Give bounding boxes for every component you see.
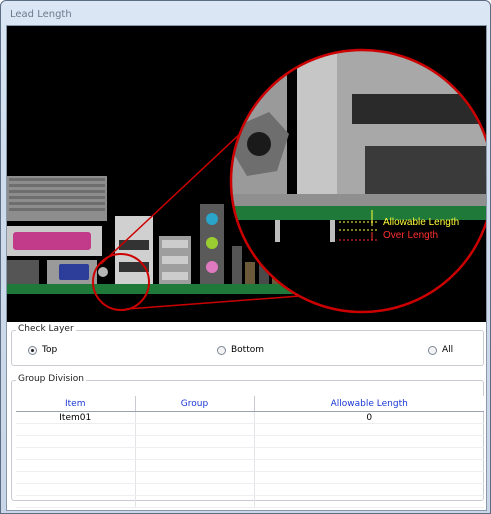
- group-division-legend: Group Division: [16, 374, 86, 384]
- dialog-client-area: Allowable Length Over Length Check Layer…: [6, 25, 487, 511]
- zoom-line-bottom: [126, 293, 328, 310]
- allowable-length-label: Allowable Length: [383, 217, 459, 228]
- lead-length-preview: Allowable Length Over Length: [7, 26, 486, 322]
- empty-row: [16, 459, 484, 472]
- check-layer-group: Check Layer Top Bottom All: [11, 324, 484, 366]
- table-header-row: Item Group Allowable Length: [16, 396, 484, 412]
- pcb-illustration: Allowable Length Over Length: [7, 48, 486, 314]
- item-cell[interactable]: Item01: [16, 411, 136, 424]
- empty-row: [16, 471, 484, 484]
- serial-port: [7, 260, 39, 284]
- radio-top-label: Top: [42, 345, 58, 355]
- group-division-group: Group Division Item Group Allowable Leng…: [11, 374, 484, 508]
- radio-all-indicator[interactable]: [428, 345, 437, 355]
- capacitor: [232, 246, 242, 284]
- lead-length-window: Lead Length Allowable Length Over Length…: [0, 0, 491, 514]
- column-header-item[interactable]: Item: [16, 396, 136, 412]
- group-division-table: Item Group Allowable Length Item01 0: [16, 396, 484, 508]
- table-row[interactable]: Item01 0: [16, 411, 484, 424]
- empty-row: [16, 483, 484, 496]
- radio-top[interactable]: Top: [28, 345, 57, 355]
- parallel-port: [13, 232, 91, 250]
- radio-bottom[interactable]: Bottom: [217, 345, 264, 355]
- window-title: Lead Length: [10, 9, 72, 20]
- check-layer-legend: Check Layer: [16, 324, 76, 334]
- empty-row: [16, 495, 484, 508]
- group-cell[interactable]: [135, 411, 255, 424]
- empty-row: [16, 435, 484, 448]
- mount-screw: [98, 267, 108, 277]
- pcb-board-strip: [7, 284, 307, 294]
- radio-top-indicator[interactable]: [28, 345, 37, 355]
- vga-port: [59, 264, 89, 280]
- radio-bottom-label: Bottom: [231, 345, 265, 355]
- column-header-allowable-length[interactable]: Allowable Length: [254, 396, 484, 412]
- column-header-group[interactable]: Group: [135, 396, 255, 412]
- empty-row: [16, 447, 484, 460]
- empty-row: [16, 423, 484, 436]
- allowable-length-cell[interactable]: 0: [254, 411, 484, 424]
- radio-all[interactable]: All: [428, 345, 453, 355]
- radio-bottom-indicator[interactable]: [217, 345, 226, 355]
- radio-all-label: All: [442, 345, 454, 355]
- over-length-label: Over Length: [383, 230, 438, 241]
